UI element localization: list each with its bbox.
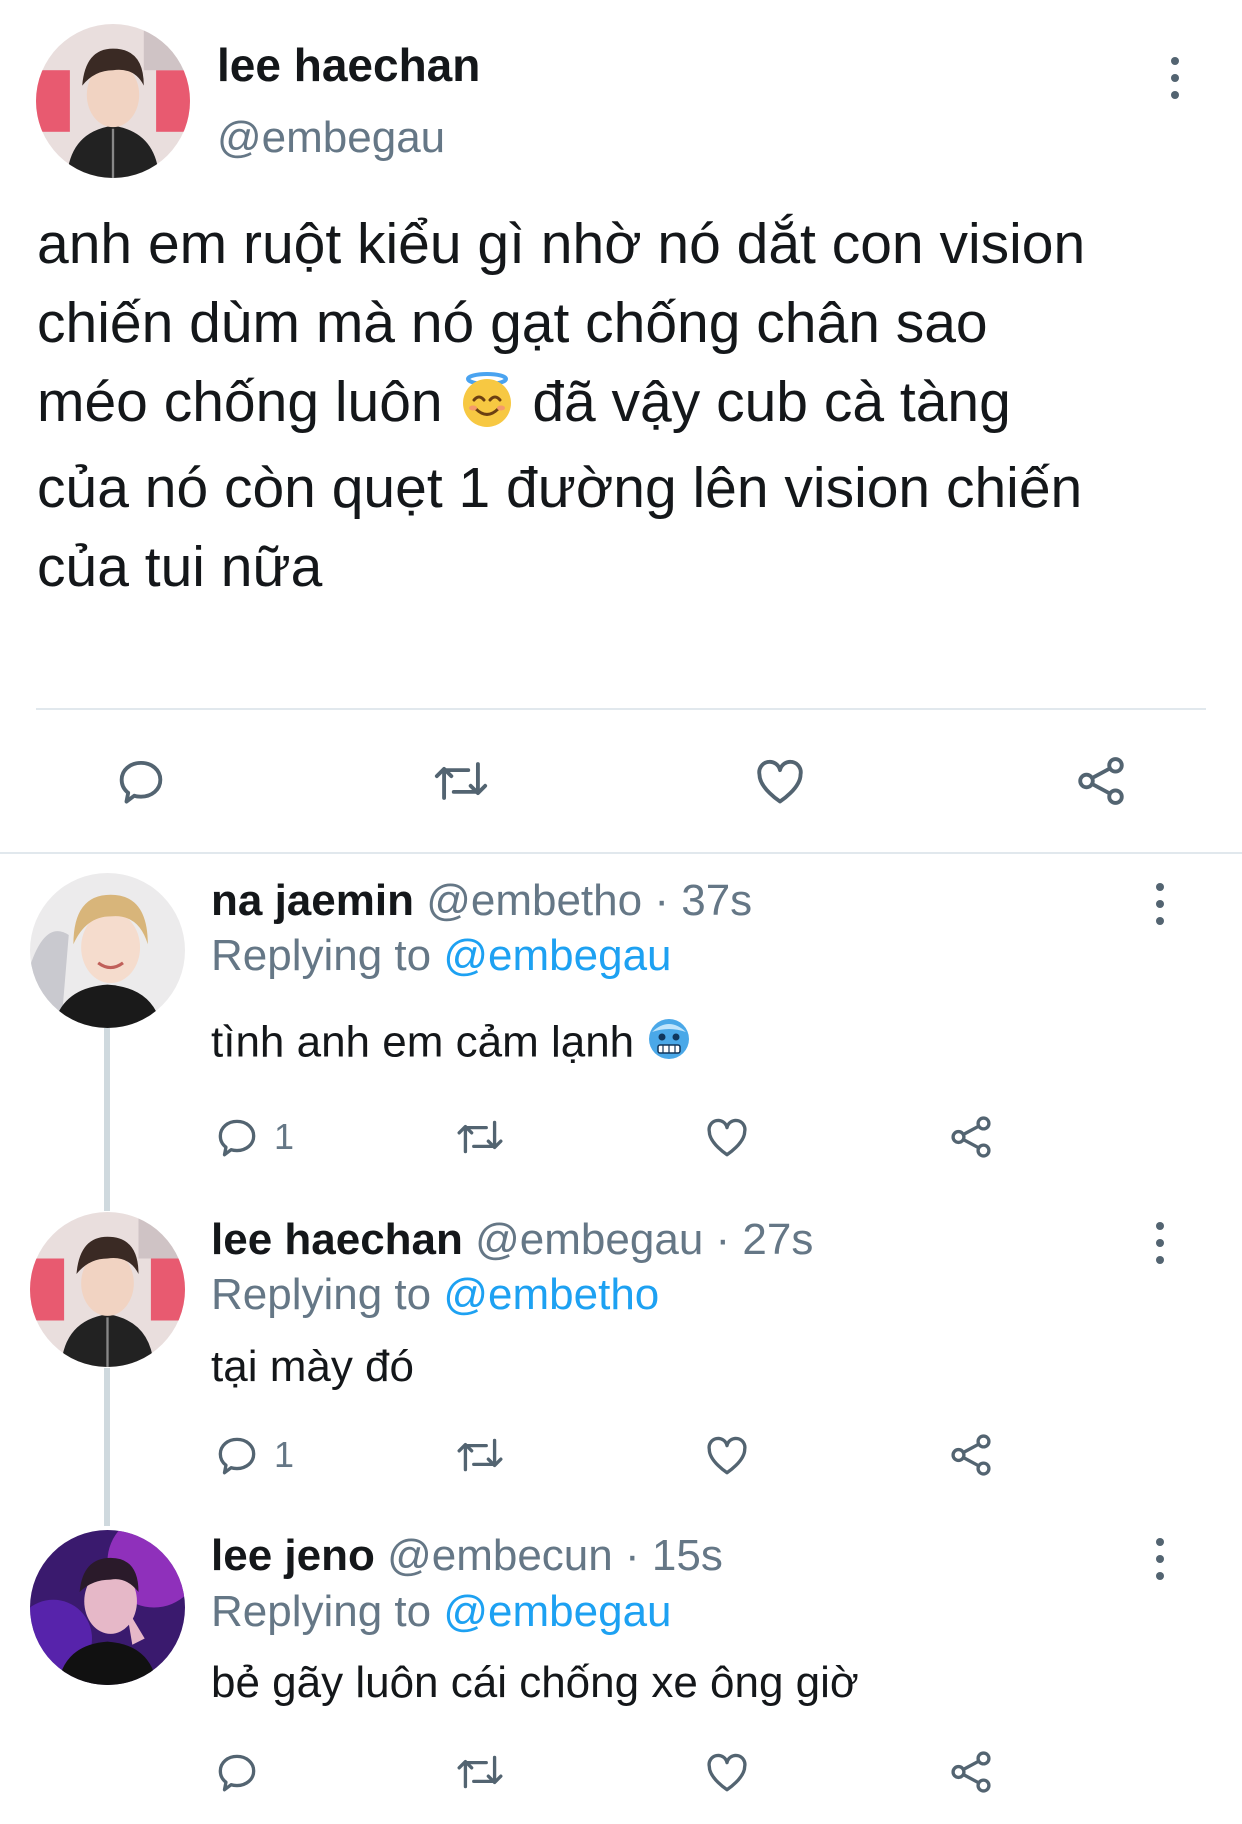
reply-author-handle[interactable]: @embetho (426, 876, 642, 925)
reply-text: tình anh em cảm lạnh (211, 1016, 692, 1073)
reply-retweet-button[interactable] (452, 1112, 508, 1162)
replying-to-handle-link[interactable]: @embegau (443, 931, 671, 980)
replying-to-line: Replying to @embegau (211, 1587, 672, 1637)
replying-to-line: Replying to @embegau (211, 931, 672, 981)
tweet-line: anh em ruột kiểu gì nhờ nó dắt con visio… (37, 212, 1086, 276)
dot-separator: · (624, 1531, 640, 1580)
reply-timestamp[interactable]: 37s (681, 876, 752, 925)
main-author-name[interactable]: lee haechan (217, 38, 480, 92)
reply-header: lee haechan @embegau · 27s (211, 1215, 813, 1265)
thread-connector-line (104, 1368, 110, 1526)
reply-text: bẻ gãy luôn cái chống xe ông giờ (211, 1658, 859, 1707)
main-like-button[interactable] (750, 752, 810, 810)
reply-share-button[interactable] (946, 1112, 996, 1162)
cold-face-emoji-icon (646, 1016, 692, 1073)
reply-count: 1 (274, 1434, 295, 1475)
reply-icon (218, 1437, 256, 1475)
main-retweet-button[interactable] (429, 752, 493, 810)
tweet-line: của nó còn quẹt 1 đường lên vision chiến (37, 455, 1083, 520)
dot-separator: · (654, 876, 669, 925)
reply-count: 1 (274, 1116, 295, 1157)
like-icon (757, 759, 803, 804)
retweet-icon (434, 762, 488, 800)
reply-like-button[interactable] (701, 1430, 753, 1480)
reply-author-name[interactable]: lee jeno (211, 1531, 375, 1580)
reply-text: tại mày đó (211, 1342, 414, 1391)
share-icon (951, 1434, 991, 1476)
like-icon (707, 1753, 747, 1792)
reply-icon (218, 1754, 256, 1792)
reply-author-avatar[interactable] (30, 1530, 185, 1685)
tweet-line-with-emoji: méo chống luôn đã vậy cub cà tàng (37, 363, 1222, 449)
main-reply-button[interactable] (112, 752, 170, 810)
main-author-avatar[interactable] (36, 24, 190, 178)
reply-more-options-icon[interactable] (1148, 883, 1172, 925)
reply-author-name[interactable]: na jaemin (211, 876, 414, 925)
reply-icon (119, 760, 163, 804)
main-author-handle[interactable]: @embegau (217, 113, 445, 163)
main-tweet-divider (36, 708, 1206, 710)
reply-reply-button[interactable]: 1 (212, 1112, 294, 1162)
reply-timestamp[interactable]: 27s (742, 1215, 813, 1264)
share-icon (951, 1116, 991, 1158)
like-icon (707, 1118, 747, 1157)
reply-like-button[interactable] (701, 1112, 753, 1162)
share-icon (1078, 757, 1124, 805)
reply-retweet-button[interactable] (452, 1747, 508, 1797)
section-divider (0, 852, 1242, 854)
reply-author-avatar[interactable] (30, 1212, 185, 1367)
dot-separator: · (715, 1215, 731, 1264)
replying-to-label: Replying to (211, 1587, 432, 1636)
halo-smile-emoji-icon (458, 370, 516, 449)
reply-share-button[interactable] (946, 1430, 996, 1480)
main-share-button[interactable] (1072, 752, 1130, 810)
reply-like-button[interactable] (701, 1747, 753, 1797)
reply-more-options-icon[interactable] (1148, 1222, 1172, 1264)
replying-to-handle-link[interactable]: @embegau (443, 1587, 671, 1636)
main-more-options-icon[interactable] (1163, 57, 1187, 99)
main-tweet-text: anh em ruột kiểu gì nhờ nó dắt con visio… (37, 205, 1222, 607)
reply-author-avatar[interactable] (30, 873, 185, 1028)
reply-reply-button[interactable] (212, 1747, 262, 1797)
retweet-icon (457, 1438, 503, 1472)
retweet-icon (457, 1755, 503, 1789)
retweet-icon (457, 1120, 503, 1154)
reply-header: lee jeno @embecun · 15s (211, 1531, 723, 1581)
reply-share-button[interactable] (946, 1747, 996, 1797)
replying-to-label: Replying to (211, 1270, 432, 1319)
tweet-line: chiến dùm mà nó gạt chống chân sao (37, 291, 988, 355)
reply-author-handle[interactable]: @embecun (387, 1531, 613, 1580)
reply-author-name[interactable]: lee haechan (211, 1215, 463, 1264)
replying-to-handle-link[interactable]: @embetho (443, 1270, 659, 1319)
like-icon (707, 1436, 747, 1475)
thread-connector-line (104, 1028, 110, 1211)
reply-icon (218, 1119, 256, 1157)
tweet-line: của tui nữa (37, 534, 323, 599)
reply-more-options-icon[interactable] (1148, 1538, 1172, 1580)
replying-to-label: Replying to (211, 931, 432, 980)
replying-to-line: Replying to @embetho (211, 1270, 659, 1320)
share-icon (951, 1751, 991, 1793)
reply-retweet-button[interactable] (452, 1430, 508, 1480)
reply-author-handle[interactable]: @embegau (475, 1215, 703, 1264)
reply-reply-button[interactable]: 1 (212, 1430, 294, 1480)
reply-timestamp[interactable]: 15s (652, 1531, 723, 1580)
reply-header: na jaemin @embetho · 37s (211, 876, 752, 926)
